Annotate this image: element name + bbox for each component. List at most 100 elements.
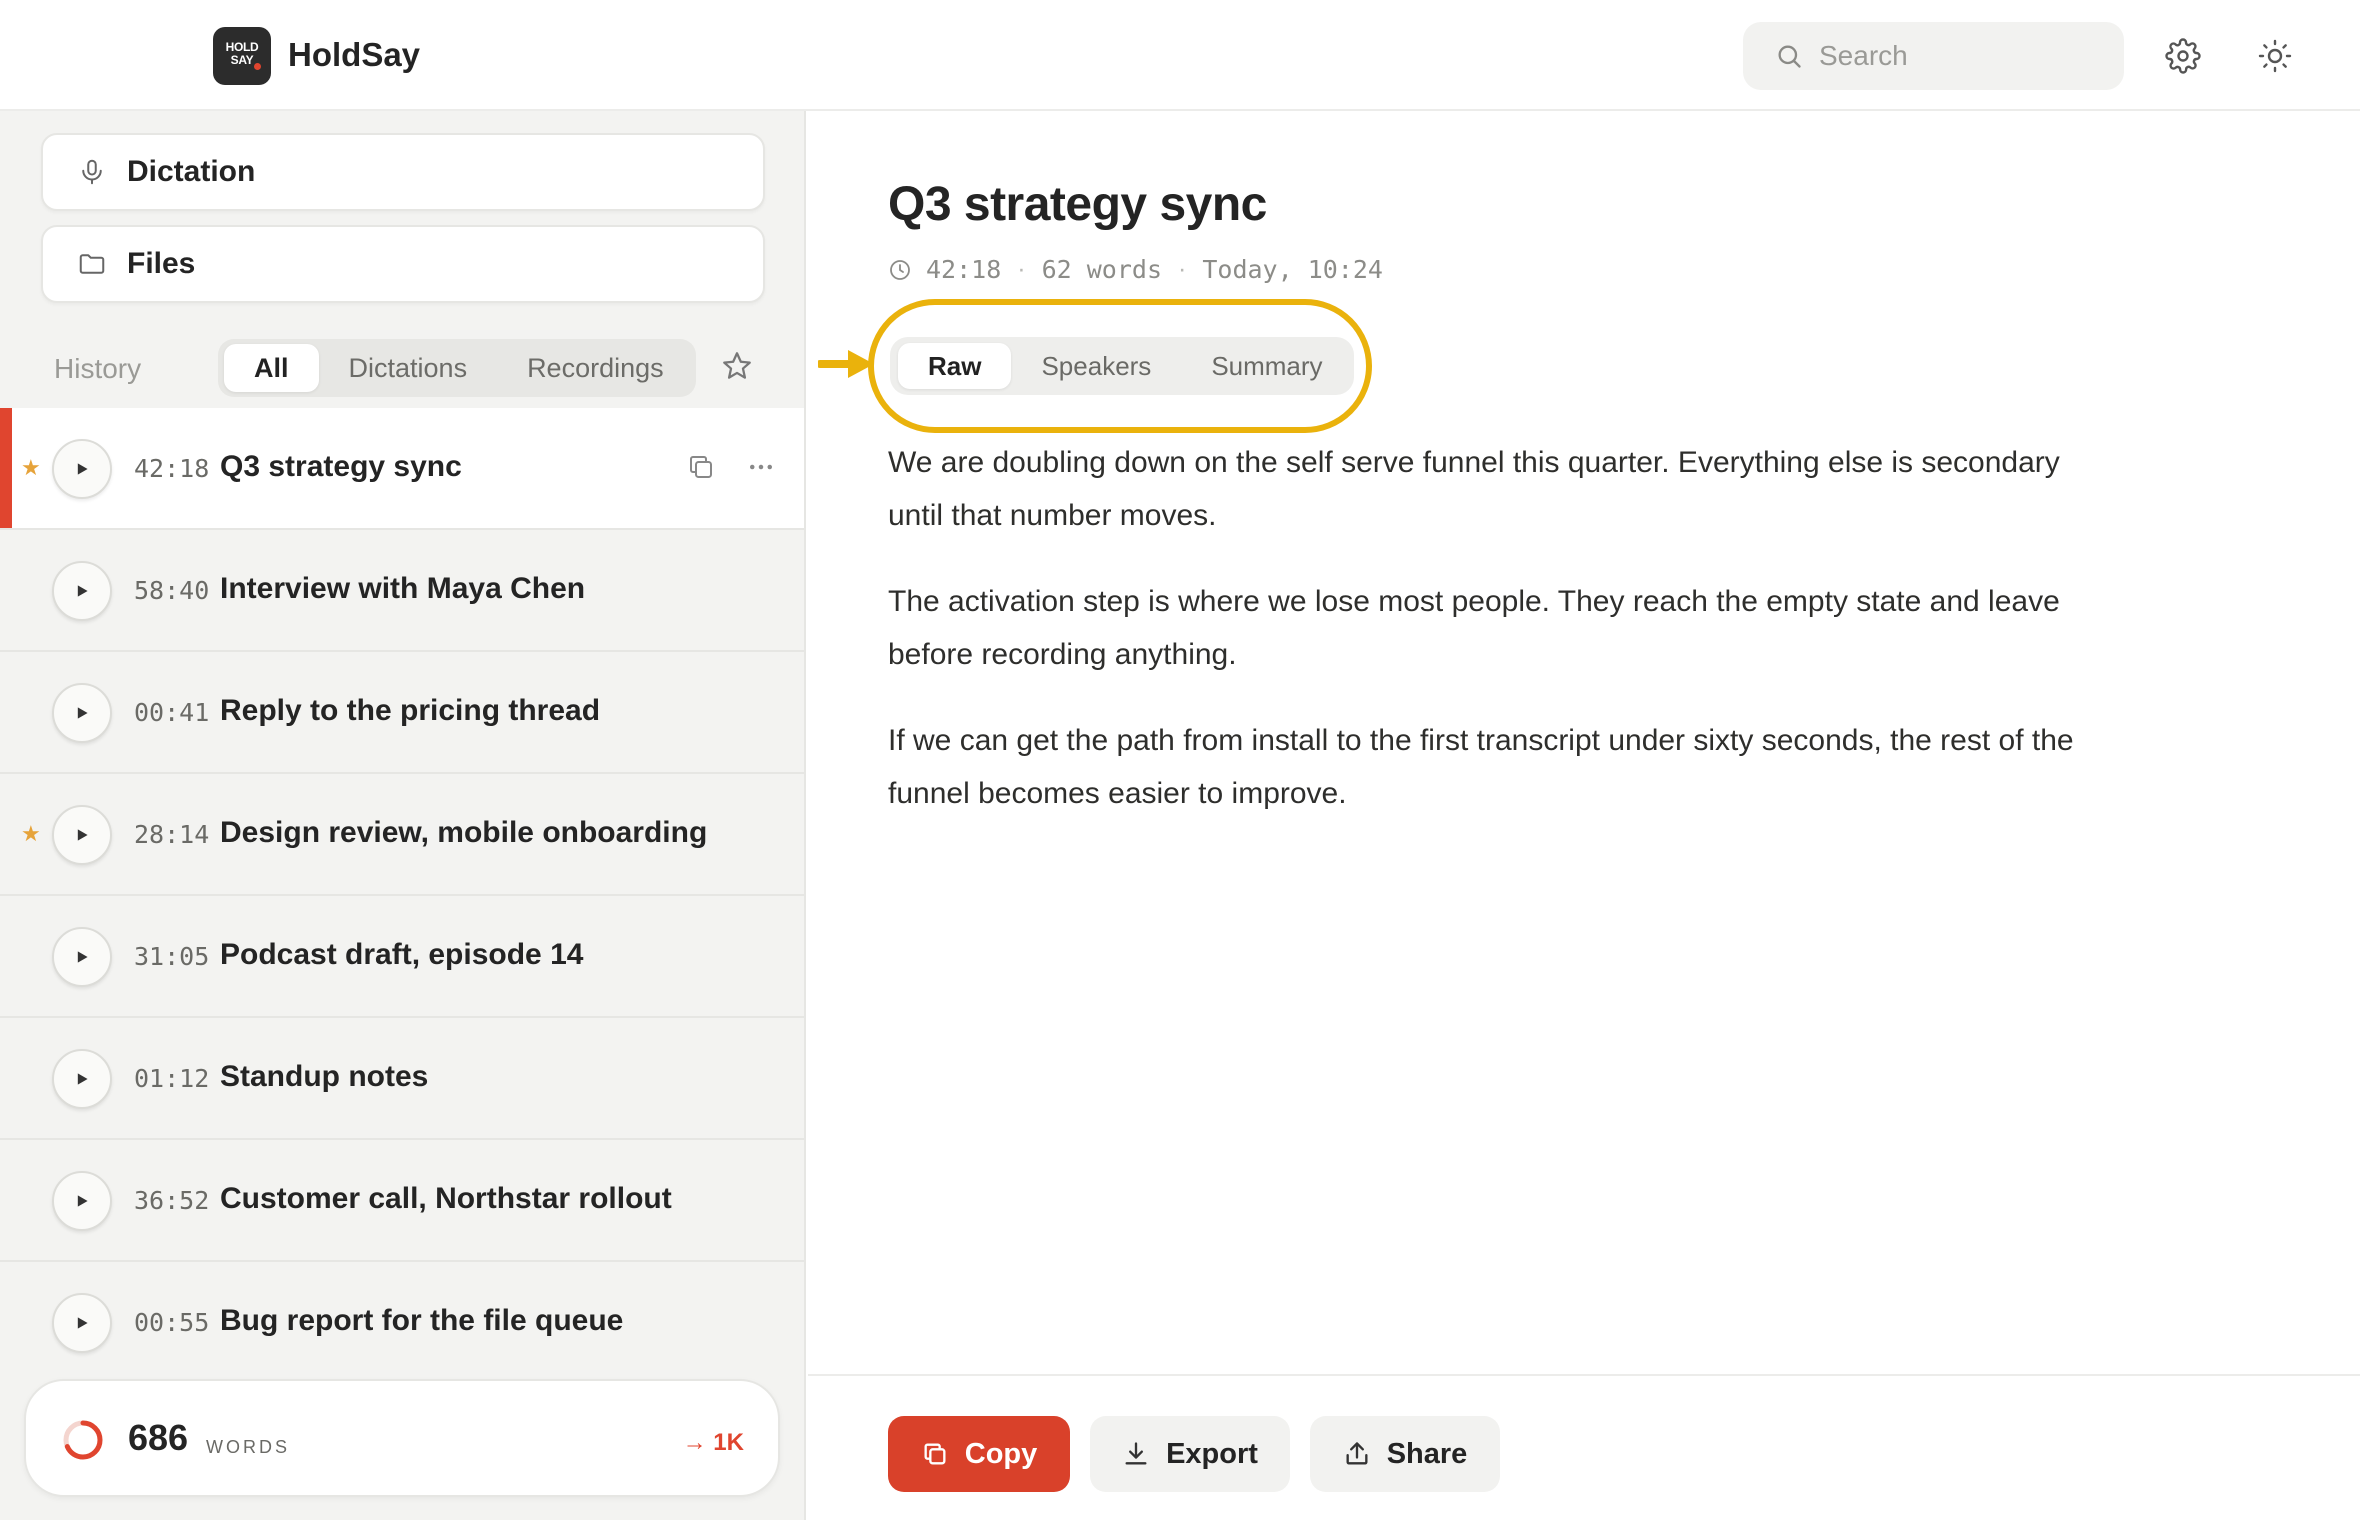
- history-item[interactable]: ★ 42:18 Q3 strategy sync: [0, 408, 804, 530]
- history-list: ★ 42:18 Q3 strategy sync 58:40 Interview…: [0, 408, 804, 1384]
- share-icon: [1346, 1442, 1368, 1465]
- tab-summary[interactable]: Summary: [1181, 343, 1352, 389]
- play-button[interactable]: [52, 683, 112, 743]
- item-title: Q3 strategy sync: [220, 450, 462, 483]
- item-duration: 58:40: [134, 576, 210, 605]
- play-icon: [77, 585, 88, 597]
- play-icon: [77, 1073, 88, 1085]
- logo-dot: [254, 63, 261, 70]
- view-tabs: Raw Speakers Summary: [890, 337, 1354, 395]
- item-actions: [686, 452, 776, 482]
- item-title: Reply to the pricing thread: [220, 694, 601, 727]
- item-duration: 36:52: [134, 1186, 210, 1215]
- meta-duration: 42:18: [926, 255, 1002, 284]
- star-filled-icon: ★: [21, 455, 41, 480]
- item-duration: 00:55: [134, 1308, 210, 1337]
- history-item[interactable]: ★ 28:14 Design review, mobile onboarding: [0, 774, 804, 896]
- copy-icon: [924, 1443, 946, 1465]
- play-button[interactable]: [52, 1171, 112, 1231]
- settings-button[interactable]: [2162, 35, 2204, 77]
- gear-icon: [2165, 38, 2201, 74]
- item-duration: 31:05: [134, 942, 210, 971]
- play-icon: [77, 463, 88, 475]
- word-count-widget: 686 WORDS → 1K: [24, 1379, 780, 1497]
- item-title: Customer call, Northstar rollout: [220, 1182, 672, 1215]
- item-duration: 00:41: [134, 698, 210, 727]
- copy-button-label: Copy: [964, 1437, 1038, 1470]
- play-button[interactable]: [52, 561, 112, 621]
- folder-icon: [79, 254, 105, 274]
- history-filter-row: History All Dictations Recordings: [0, 329, 806, 403]
- item-title: Design review, mobile onboarding: [220, 816, 708, 849]
- app-logo: HOLD SAY: [213, 27, 271, 85]
- history-item[interactable]: 31:05 Podcast draft, episode 14: [0, 896, 804, 1018]
- nav-files-label: Files: [127, 247, 196, 280]
- transcript-paragraph: The activation step is where we lose mos…: [888, 585, 2060, 671]
- filter-all[interactable]: All: [224, 344, 319, 392]
- play-button[interactable]: [52, 927, 112, 987]
- logo-text-line2: SAY: [230, 53, 254, 67]
- top-bar: HOLD SAY HoldSay: [0, 0, 2360, 111]
- clock-icon: [890, 259, 910, 280]
- play-icon: [77, 1195, 88, 1207]
- word-count: 686: [128, 1417, 189, 1458]
- share-button[interactable]: Share: [1310, 1416, 1500, 1492]
- theme-toggle-button[interactable]: [2254, 35, 2296, 77]
- transcript-paragraph: We are doubling down on the self serve f…: [888, 446, 2060, 532]
- item-title: Bug report for the file queue: [220, 1304, 624, 1337]
- export-button[interactable]: Export: [1090, 1416, 1290, 1492]
- page-title: Q3 strategy sync: [888, 178, 1267, 231]
- history-item[interactable]: 36:52 Customer call, Northstar rollout: [0, 1140, 804, 1262]
- history-item[interactable]: 01:12 Standup notes: [0, 1018, 804, 1140]
- star-outline-icon: [723, 352, 751, 379]
- item-duration: 28:14: [134, 820, 210, 849]
- item-title: Standup notes: [220, 1060, 429, 1093]
- history-item[interactable]: 00:55 Bug report for the file queue: [0, 1262, 804, 1384]
- play-icon: [77, 1317, 88, 1329]
- copy-icon[interactable]: [686, 452, 716, 482]
- share-button-label: Share: [1386, 1437, 1468, 1470]
- microphone-icon: [82, 159, 102, 185]
- more-icon[interactable]: [746, 452, 776, 482]
- item-title: Interview with Maya Chen: [220, 572, 586, 605]
- transcript-meta: 42:18 · 62 words · Today, 10:24: [888, 255, 1383, 284]
- tab-speakers[interactable]: Speakers: [1011, 343, 1181, 389]
- filter-dictations[interactable]: Dictations: [319, 344, 498, 392]
- copy-button[interactable]: Copy: [888, 1416, 1070, 1492]
- nav-files-button[interactable]: Files: [41, 225, 765, 303]
- export-button-label: Export: [1166, 1437, 1258, 1470]
- item-duration: 42:18: [134, 454, 210, 483]
- star-filled-icon: ★: [21, 821, 41, 846]
- history-item[interactable]: 00:41 Reply to the pricing thread: [0, 652, 804, 774]
- play-button[interactable]: [52, 439, 112, 499]
- play-icon: [77, 829, 88, 841]
- search-icon: [1778, 45, 1801, 68]
- search-box[interactable]: [1743, 22, 2124, 90]
- item-duration: 01:12: [134, 1064, 210, 1093]
- play-icon: [77, 707, 88, 719]
- progress-ring-icon: [63, 1420, 103, 1460]
- item-title: Podcast draft, episode 14: [220, 938, 584, 971]
- search-input[interactable]: [1819, 40, 2099, 72]
- play-button[interactable]: [52, 1049, 112, 1109]
- word-count-unit: WORDS: [206, 1437, 290, 1457]
- meta-word-count: 62 words: [1041, 255, 1163, 284]
- history-item[interactable]: 58:40 Interview with Maya Chen: [0, 530, 804, 652]
- filter-recordings[interactable]: Recordings: [497, 344, 694, 392]
- sidebar: Dictation Files History All Dictations R…: [0, 111, 806, 1520]
- nav-dictation-label: Dictation: [127, 155, 256, 188]
- word-goal: → 1K: [682, 1429, 744, 1456]
- play-button[interactable]: [52, 805, 112, 865]
- sun-icon: [2258, 39, 2292, 73]
- download-icon: [1125, 1442, 1147, 1465]
- starred-filter-button[interactable]: [720, 349, 754, 388]
- transcript-paragraph: If we can get the path from install to t…: [888, 724, 2074, 810]
- nav-dictation-button[interactable]: Dictation: [41, 133, 765, 211]
- action-bar: Copy Export Share: [808, 1374, 2360, 1520]
- history-filter-tabs: All Dictations Recordings: [218, 339, 696, 397]
- tab-raw[interactable]: Raw: [898, 343, 1012, 389]
- transcript-panel: Q3 strategy sync 42:18 · 62 words · Toda…: [808, 111, 2360, 1520]
- play-icon: [77, 951, 88, 963]
- history-label: History: [54, 353, 142, 384]
- play-button[interactable]: [52, 1293, 112, 1353]
